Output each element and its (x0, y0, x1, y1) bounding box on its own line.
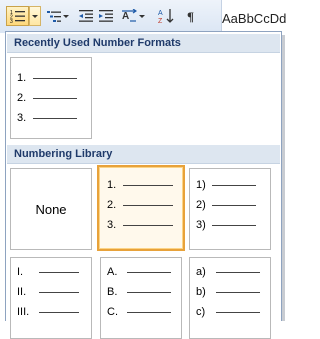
numbering-button[interactable]: 1 2 3 (6, 6, 29, 26)
sort-icon: A Z (158, 9, 174, 24)
chevron-down-icon (63, 14, 69, 18)
svg-text:¶: ¶ (187, 9, 194, 23)
decrease-indent-button[interactable] (77, 6, 95, 26)
list-item: a) (196, 265, 260, 279)
list-item: 1) (196, 178, 256, 192)
library-format-none[interactable]: None (10, 168, 92, 250)
library-format-upper-alpha[interactable]: A. B. C. (100, 257, 182, 339)
list-item: 2. (17, 91, 77, 105)
list-item: 1. (17, 71, 77, 85)
none-label: None (35, 201, 67, 217)
multilevel-list-icon (47, 11, 61, 22)
list-item: I. (17, 265, 79, 279)
svg-text:3: 3 (10, 19, 13, 23)
svg-text:A: A (158, 10, 163, 17)
list-item: C. (107, 305, 171, 319)
decrease-indent-icon (79, 10, 93, 22)
library-format-decimal-paren[interactable]: 1) 2) 3) (189, 168, 271, 250)
list-item: 2) (196, 198, 256, 212)
library-format-decimal-period[interactable]: 1. 2. 3. (97, 165, 185, 251)
list-item: III. (17, 305, 79, 319)
list-item: 2. (107, 198, 173, 212)
style-preview-normal[interactable]: AaBbCcDd (222, 11, 286, 26)
list-item: c) (196, 305, 260, 319)
show-formatting-button[interactable]: ¶ (182, 6, 202, 26)
recent-formats-header: Recently Used Number Formats (7, 34, 280, 53)
increase-indent-icon (99, 10, 113, 22)
text-direction-icon: A (122, 9, 137, 22)
numbering-library-header: Numbering Library (7, 145, 280, 164)
gallery-shadow (282, 35, 285, 321)
chevron-down-icon (139, 14, 145, 18)
multilevel-list-button[interactable] (46, 6, 70, 26)
list-item: 3. (107, 218, 173, 232)
list-item: 3) (196, 218, 256, 232)
svg-text:Z: Z (158, 18, 163, 24)
recent-format-tile[interactable]: 1. 2. 3. (10, 57, 92, 139)
list-item: b) (196, 285, 260, 299)
text-direction-button[interactable]: A (119, 6, 147, 26)
library-format-roman[interactable]: I. II. III. (10, 257, 92, 339)
list-item: 1. (107, 178, 173, 192)
numbering-dropdown-button[interactable] (29, 6, 41, 26)
svg-text:A: A (122, 11, 129, 22)
list-item: 3. (17, 111, 77, 125)
library-format-lower-alpha[interactable]: a) b) c) (189, 257, 271, 339)
sort-button[interactable]: A Z (156, 6, 176, 26)
list-item: II. (17, 285, 79, 299)
numbering-gallery: Recently Used Number Formats 1. 2. 3. Nu… (5, 31, 282, 339)
list-item: A. (107, 265, 171, 279)
chevron-down-icon (32, 14, 38, 18)
numbering-icon: 1 2 3 (10, 10, 25, 23)
increase-indent-button[interactable] (97, 6, 115, 26)
pilcrow-icon: ¶ (187, 9, 194, 23)
list-item: B. (107, 285, 171, 299)
